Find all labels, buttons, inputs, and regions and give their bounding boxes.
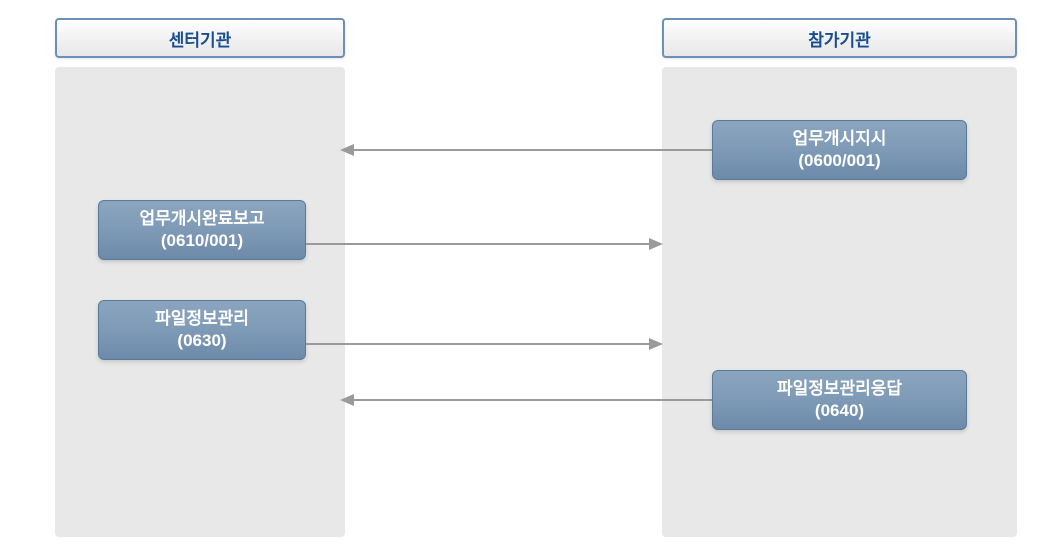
msg-left-1-code: (0610/001) [161,230,243,252]
arrow-3-line [306,343,651,345]
arrow-2-line [306,243,651,245]
left-column-header: 센터기관 [55,18,345,58]
message-box-start-complete-report: 업무개시완료보고 (0610/001) [98,200,306,260]
msg-right-2-title: 파일정보관리응답 [777,378,902,400]
arrow-1-line [352,149,712,151]
arrow-1-head [340,144,354,156]
arrow-2-head [649,238,663,250]
arrow-4-head [340,394,354,406]
msg-left-1-title: 업무개시완료보고 [139,208,264,230]
message-box-file-info-mgmt: 파일정보관리 (0630) [98,300,306,360]
msg-right-2-code: (0640) [815,400,864,422]
right-column-header: 참가기관 [662,18,1017,58]
arrow-4-line [352,399,712,401]
sequence-diagram: 센터기관 참가기관 업무개시지시 (0600/001) 업무개시완료보고 (06… [0,0,1053,560]
message-box-start-instruction: 업무개시지시 (0600/001) [712,120,967,180]
msg-right-1-title: 업무개시지시 [793,128,887,150]
msg-left-2-title: 파일정보관리 [155,308,249,330]
left-header-label: 센터기관 [169,26,232,51]
arrow-3-head [649,338,663,350]
msg-right-1-code: (0600/001) [798,150,880,172]
right-header-label: 참가기관 [808,26,871,51]
message-box-file-info-response: 파일정보관리응답 (0640) [712,370,967,430]
msg-left-2-code: (0630) [177,330,226,352]
